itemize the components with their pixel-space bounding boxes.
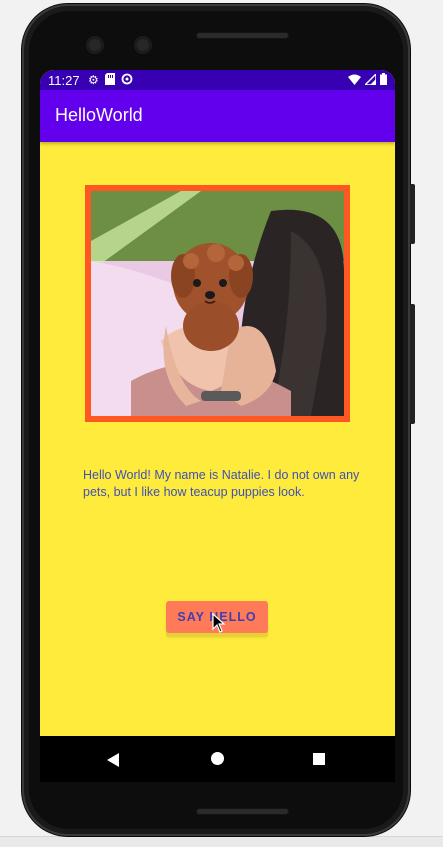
device-screen: 11:27 ⚙ HelloWorld Hello World! My name … [40,70,395,736]
bottom-speaker [196,808,289,815]
gear-icon: ⚙ [88,73,99,87]
sd-card-icon [104,73,115,88]
desktop-bottom-strip [0,836,443,847]
wifi-icon [348,73,361,88]
app-bar: HelloWorld [40,90,395,142]
photo-frame [85,185,350,422]
mouse-cursor-icon [212,612,226,637]
teacup-puppy-photo [91,191,344,416]
recents-icon[interactable] [313,753,325,765]
status-bar: 11:27 ⚙ [40,70,395,90]
battery-icon [380,73,387,88]
intro-text: Hello World! My name is Natalie. I do no… [83,468,360,499]
volume-rocker [410,304,415,424]
status-time: 11:27 [48,73,80,88]
sensor-icon [134,36,152,54]
cell-signal-icon [363,72,377,88]
back-icon[interactable] [106,752,120,771]
sync-icon [121,73,133,88]
home-icon[interactable] [211,752,224,765]
front-camera-icon [86,36,104,54]
app-title: HelloWorld [55,105,143,125]
power-button [410,184,415,244]
earpiece-speaker [196,32,289,39]
navigation-bar [40,736,395,782]
